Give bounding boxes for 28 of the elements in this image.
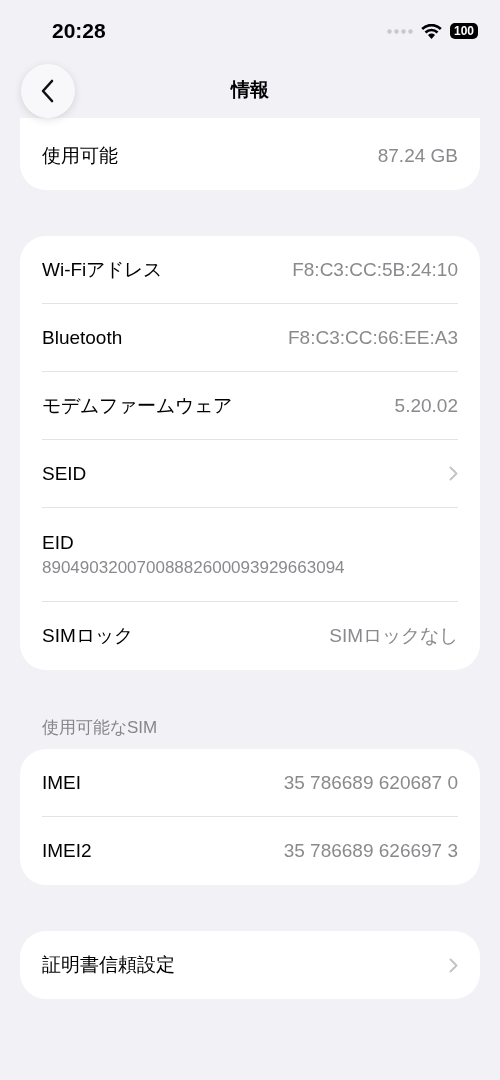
signal-dots-icon — [386, 28, 413, 34]
list-item[interactable]: SEID — [42, 440, 458, 508]
row-value: F8:C3:CC:5B:24:10 — [292, 258, 458, 281]
row-value: 5.20.02 — [394, 394, 458, 417]
status-time: 20:28 — [52, 19, 106, 43]
row-label: IMEI — [42, 771, 82, 794]
row-label: EID — [42, 531, 74, 554]
row-value: 35 786689 626697 3 — [283, 840, 458, 862]
chevron-icon — [449, 957, 458, 973]
row-label: Bluetooth — [42, 326, 123, 349]
page-title: 情報 — [231, 78, 269, 102]
row-label: SIMロック — [42, 624, 133, 648]
chevron-icon — [449, 466, 458, 481]
section-header: 使用可能なSIM — [41, 717, 159, 739]
battery-indicator: 100 — [449, 23, 478, 39]
wifi-icon — [420, 23, 442, 39]
row-label: モデムファームウェア — [42, 393, 232, 418]
row-label: 使用可能 — [42, 144, 118, 168]
row-value: SIMロックなし — [329, 624, 458, 648]
row-value: 89049032007008882600093929663094 — [42, 557, 345, 578]
row-label: Wi-Fiアドレス — [42, 257, 163, 282]
row-value: 87.24 GB — [377, 145, 458, 167]
list-item[interactable]: 証明書信頼設定 — [42, 931, 458, 999]
row-value: 35 786689 620687 0 — [283, 771, 458, 794]
row-label: IMEI2 — [42, 840, 92, 862]
row-value: F8:C3:CC:66:EE:A3 — [287, 326, 458, 349]
back-icon — [41, 79, 55, 103]
back-button[interactable] — [21, 64, 75, 118]
